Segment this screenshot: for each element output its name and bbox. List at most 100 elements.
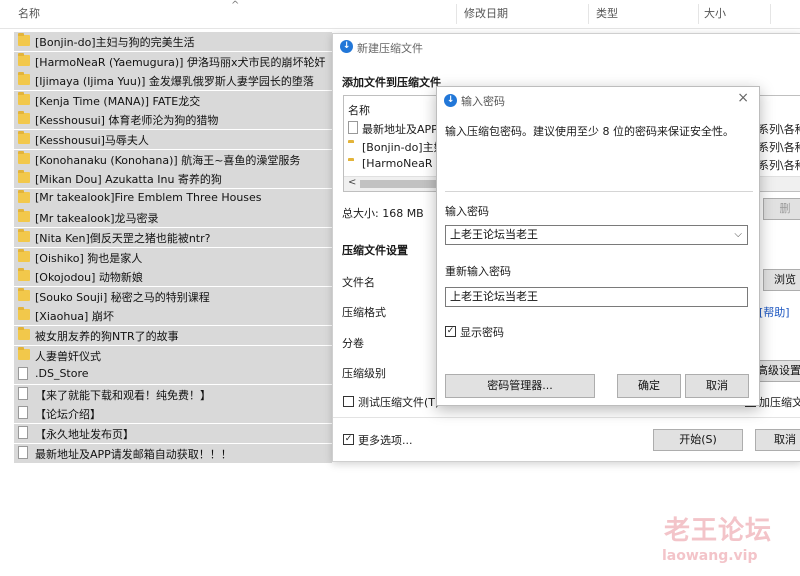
folder-icon <box>18 72 30 86</box>
folder-icon <box>18 268 30 282</box>
explorer-header: 名称 ^ 修改日期 类型 大小 <box>0 0 800 29</box>
column-size[interactable]: 大小 <box>704 0 726 28</box>
password-manager-button[interactable]: 密码管理器... <box>445 374 595 398</box>
list-item-label: [Bonjin-do]主妇 <box>362 141 445 154</box>
column-type[interactable]: 类型 <box>596 0 618 28</box>
file-row[interactable]: [Mr takealook]Fire Emblem Three Houses <box>14 188 332 208</box>
show-password-label: 显示密码 <box>460 326 504 339</box>
file-name: [Xiaohua] 崩坏 <box>35 310 114 324</box>
folder-icon <box>18 307 30 321</box>
reenter-password-label: 重新输入密码 <box>445 265 511 278</box>
file-row[interactable]: [Nita Ken]倒反天罡之猪也能被ntr? <box>14 228 332 247</box>
reenter-password-input[interactable]: 上老王论坛当老王 <box>445 287 748 307</box>
file-name: [Mr takealook]龙马密录 <box>35 212 159 226</box>
file-name: [Konohanaku (Konohana)] 航海王~喜鱼的澡堂服务 <box>35 153 301 167</box>
cancel-button[interactable]: 取消 <box>755 429 800 451</box>
column-separator[interactable] <box>770 4 771 24</box>
file-row[interactable]: 【来了就能下载和观看！纯免费！】 <box>14 384 332 404</box>
password-input[interactable]: 上老王论坛当老王 ⌵ <box>445 225 748 245</box>
file-icon <box>18 367 28 381</box>
password-cancel-button[interactable]: 取消 <box>685 374 749 398</box>
column-name[interactable]: 名称 <box>18 0 40 28</box>
file-row[interactable]: 最新地址及APP请发邮箱自动获取！！！ <box>14 443 332 463</box>
app-download-icon: ↓ <box>444 94 457 107</box>
app-download-icon: ↓ <box>340 40 353 53</box>
show-password-checkbox[interactable]: ✓ <box>445 326 456 337</box>
file-row[interactable]: [Mr takealook]龙马密录 <box>14 208 332 228</box>
file-name: 【论坛介绍】 <box>35 408 101 422</box>
close-icon[interactable]: × <box>737 90 749 106</box>
file-row[interactable]: [Souko Souji] 秘密之马的特别课程 <box>14 286 332 306</box>
file-name: [HarmoNeaR (Yaemugura)] 伊洛玛丽x犬市民的崩坏轮奸 <box>35 55 326 69</box>
file-name: 最新地址及APP请发邮箱自动获取！！！ <box>35 447 232 461</box>
file-row[interactable]: [Okojodou] 动物新娘 <box>14 267 332 287</box>
file-row[interactable]: [Kesshousui]马辱夫人 <box>14 130 332 149</box>
test-archive-label: 测试压缩文件(T) <box>358 396 440 409</box>
start-button[interactable]: 开始(S) <box>653 429 743 451</box>
browse-button[interactable]: 浏览 <box>763 269 800 291</box>
folder-icon <box>18 248 30 262</box>
file-row[interactable]: 【永久地址发布页】 <box>14 424 332 443</box>
file-name: [Ijimaya (Ijima Yuu)] 金发爆乳俄罗斯人妻学园长的堕落 <box>35 75 314 89</box>
column-modified[interactable]: 修改日期 <box>464 0 508 28</box>
file-row[interactable]: [Kenja Time (MANA)] FATE龙交 <box>14 90 332 110</box>
file-row[interactable]: [Oishiko] 狗也是家人 <box>14 247 332 267</box>
more-options-label: 更多选项... <box>358 434 413 447</box>
file-row[interactable]: 人妻兽奸仪式 <box>14 345 332 365</box>
file-name: [Bonjin-do]主妇与狗的完美生活 <box>35 36 195 49</box>
file-row[interactable]: [Ijimaya (Ijima Yuu)] 金发爆乳俄罗斯人妻学园长的堕落 <box>14 71 332 91</box>
column-separator[interactable] <box>698 4 699 24</box>
folder-icon <box>18 150 30 164</box>
file-name: [Kenja Time (MANA)] FATE龙交 <box>35 94 201 108</box>
file-row[interactable]: 被女朋友养的狗NTR了的故事 <box>14 326 332 345</box>
file-row[interactable]: [Kesshousui] 体育老师沦为狗的猎物 <box>14 110 332 130</box>
folder-icon <box>18 170 30 184</box>
section-add-files: 添加文件到压缩文件 <box>342 76 441 89</box>
file-name: .DS_Store <box>35 367 89 381</box>
more-options-checkbox[interactable]: ✓ <box>343 434 354 445</box>
filename-label: 文件名 <box>342 276 375 289</box>
file-icon <box>18 445 28 459</box>
folder-icon <box>18 131 30 144</box>
file-name: 【来了就能下载和观看！纯免费！】 <box>35 388 211 402</box>
file-row[interactable]: [Bonjin-do]主妇与狗的完美生活 <box>14 32 332 51</box>
sort-ascending-icon: ^ <box>231 0 240 11</box>
list-item-path: 系列\各种 <box>758 123 800 136</box>
file-row[interactable]: [Konohanaku (Konohana)] 航海王~喜鱼的澡堂服务 <box>14 149 332 169</box>
divider <box>333 417 800 418</box>
column-separator[interactable] <box>588 4 589 24</box>
list-item-path: 系列\各种 <box>758 159 800 172</box>
arrow-left-icon[interactable]: < <box>348 177 356 188</box>
right-option-label: 加压缩文件 <box>759 396 800 409</box>
help-link[interactable]: [帮助] <box>759 304 790 320</box>
file-row[interactable]: [HarmoNeaR (Yaemugura)] 伊洛玛丽x犬市民的崩坏轮奸 <box>14 51 332 71</box>
file-name: 被女朋友养的狗NTR了的故事 <box>35 330 179 343</box>
file-row[interactable]: 【论坛介绍】 <box>14 404 332 424</box>
test-archive-checkbox[interactable] <box>343 396 354 407</box>
file-name: [Souko Souji] 秘密之马的特别课程 <box>35 290 210 304</box>
file-icon <box>18 406 28 420</box>
password-dialog-title: 输入密码 <box>461 95 505 108</box>
total-size: 总大小: 168 MB <box>342 207 424 220</box>
chevron-down-icon[interactable]: ⌵ <box>734 226 742 244</box>
list-item-path: 系列\各种 <box>758 141 800 154</box>
ok-button[interactable]: 确定 <box>617 374 681 398</box>
compress-dialog-title: 新建压缩文件 <box>357 42 423 55</box>
folder-icon <box>18 229 30 242</box>
file-icon <box>18 386 28 400</box>
file-name: [Mikan Dou] Azukatta Inu 寄养的狗 <box>35 173 222 187</box>
folder-icon <box>18 287 30 301</box>
folder-icon <box>18 209 30 223</box>
list-item-label: [HarmoNeaR ( <box>362 157 441 170</box>
file-row[interactable]: [Xiaohua] 崩坏 <box>14 306 332 326</box>
delete-button[interactable]: 删 <box>763 198 800 220</box>
folder-icon <box>18 346 30 360</box>
file-row[interactable]: .DS_Store <box>14 365 332 385</box>
password-value: 上老王论坛当老王 <box>450 228 538 241</box>
file-name: [Mr takealook]Fire Emblem Three Houses <box>35 190 262 204</box>
settings-header: 压缩文件设置 <box>342 244 408 257</box>
file-name: 【永久地址发布页】 <box>35 428 134 441</box>
file-icon <box>18 426 28 439</box>
column-separator[interactable] <box>456 4 457 24</box>
file-row[interactable]: [Mikan Dou] Azukatta Inu 寄养的狗 <box>14 169 332 189</box>
